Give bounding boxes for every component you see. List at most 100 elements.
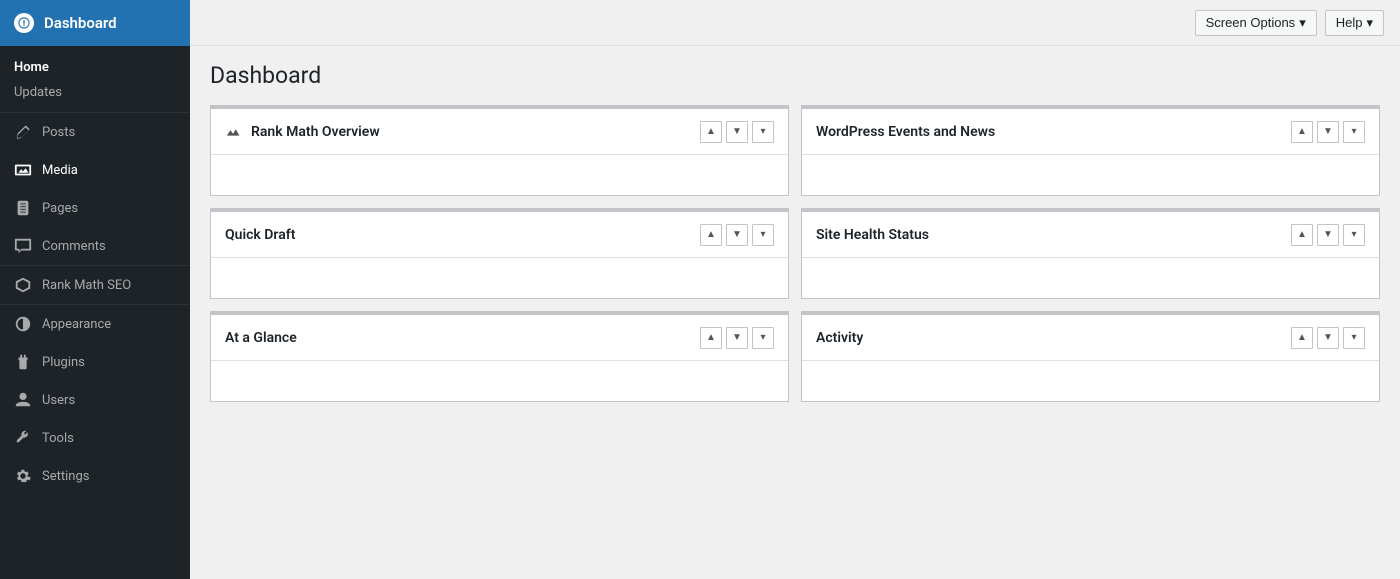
widget-wordpress-events-news-down-btn[interactable]: ▼ xyxy=(1317,121,1339,143)
sidebar-pages-label: Pages xyxy=(42,201,78,216)
sidebar-appearance-label: Appearance xyxy=(42,317,111,332)
rank-math-overview-icon xyxy=(225,123,243,141)
sidebar-item-tools[interactable]: Tools xyxy=(0,419,190,457)
sidebar-logo[interactable]: Dashboard xyxy=(0,0,190,46)
widget-wordpress-events-news: WordPress Events and News ▲ ▼ ▾ xyxy=(801,105,1380,196)
sidebar-plugins-label: Plugins xyxy=(42,355,85,370)
widget-activity-down-btn[interactable]: ▼ xyxy=(1317,327,1339,349)
page-title: Dashboard xyxy=(210,62,1380,89)
widget-site-health-status: Site Health Status ▲ ▼ ▾ xyxy=(801,208,1380,299)
sidebar-item-comments[interactable]: Comments xyxy=(0,227,190,265)
widget-wordpress-events-news-toggle-btn[interactable]: ▾ xyxy=(1343,121,1365,143)
widget-at-a-glance: At a Glance ▲ ▼ ▾ xyxy=(210,311,789,402)
widgets-grid: Rank Math Overview ▲ ▼ ▾ WordPress Event… xyxy=(210,105,1380,402)
sidebar-rank-math-label: Rank Math SEO xyxy=(42,278,131,293)
sidebar-item-plugins[interactable]: Plugins xyxy=(0,343,190,381)
widget-site-health-status-title: Site Health Status xyxy=(816,227,929,243)
widget-rank-math-overview-up-btn[interactable]: ▲ xyxy=(700,121,722,143)
sidebar-item-users[interactable]: Users xyxy=(0,381,190,419)
widget-at-a-glance-header: At a Glance ▲ ▼ ▾ xyxy=(211,315,788,361)
widget-quick-draft-header: Quick Draft ▲ ▼ ▾ xyxy=(211,212,788,258)
widget-rank-math-overview-toggle-btn[interactable]: ▾ xyxy=(752,121,774,143)
sidebar-logo-label: Dashboard xyxy=(44,14,117,32)
main-area: Screen Options ▾ Help ▾ Dashboard Rank M… xyxy=(190,0,1400,579)
widget-activity-header: Activity ▲ ▼ ▾ xyxy=(802,315,1379,361)
screen-options-chevron-icon: ▾ xyxy=(1299,15,1306,31)
widget-wordpress-events-news-title-area: WordPress Events and News xyxy=(816,124,995,140)
rank-math-icon xyxy=(14,276,32,294)
users-icon xyxy=(14,391,32,409)
widget-wordpress-events-news-body xyxy=(802,155,1379,195)
media-icon xyxy=(14,161,32,179)
widget-quick-draft-up-btn[interactable]: ▲ xyxy=(700,224,722,246)
widget-site-health-status-up-btn[interactable]: ▲ xyxy=(1291,224,1313,246)
widget-at-a-glance-controls: ▲ ▼ ▾ xyxy=(700,327,774,349)
topbar: Screen Options ▾ Help ▾ xyxy=(190,0,1400,46)
widget-activity-title: Activity xyxy=(816,330,863,346)
widget-at-a-glance-down-btn[interactable]: ▼ xyxy=(726,327,748,349)
widget-rank-math-overview-title: Rank Math Overview xyxy=(251,124,380,140)
widget-activity-title-area: Activity xyxy=(816,330,863,346)
screen-options-label: Screen Options xyxy=(1206,15,1296,30)
sidebar-item-rank-math-seo[interactable]: Rank Math SEO xyxy=(0,266,190,304)
appearance-icon xyxy=(14,315,32,333)
pages-icon xyxy=(14,199,32,217)
widget-rank-math-overview-title-area: Rank Math Overview xyxy=(225,123,380,141)
widget-activity-body xyxy=(802,361,1379,401)
help-button[interactable]: Help ▾ xyxy=(1325,10,1384,36)
edit-icon xyxy=(14,123,32,141)
comments-icon xyxy=(14,237,32,255)
sidebar-item-pages[interactable]: Pages xyxy=(0,189,190,227)
widget-quick-draft-controls: ▲ ▼ ▾ xyxy=(700,224,774,246)
widget-at-a-glance-title-area: At a Glance xyxy=(225,330,297,346)
widget-activity: Activity ▲ ▼ ▾ xyxy=(801,311,1380,402)
widget-site-health-status-body xyxy=(802,258,1379,298)
widget-wordpress-events-news-up-btn[interactable]: ▲ xyxy=(1291,121,1313,143)
widget-wordpress-events-news-controls: ▲ ▼ ▾ xyxy=(1291,121,1365,143)
sidebar-item-home[interactable]: Home xyxy=(0,54,190,81)
widget-activity-toggle-btn[interactable]: ▾ xyxy=(1343,327,1365,349)
help-chevron-icon: ▾ xyxy=(1366,15,1373,31)
widget-at-a-glance-up-btn[interactable]: ▲ xyxy=(700,327,722,349)
sidebar-item-updates[interactable]: Updates xyxy=(0,81,190,108)
settings-icon xyxy=(14,467,32,485)
sidebar-item-posts[interactable]: Posts xyxy=(0,113,190,151)
widget-activity-controls: ▲ ▼ ▾ xyxy=(1291,327,1365,349)
widget-quick-draft-title: Quick Draft xyxy=(225,227,295,243)
widget-rank-math-overview-header: Rank Math Overview ▲ ▼ ▾ xyxy=(211,109,788,155)
widget-at-a-glance-toggle-btn[interactable]: ▾ xyxy=(752,327,774,349)
widget-wordpress-events-news-title: WordPress Events and News xyxy=(816,124,995,140)
sidebar-home-section: Home Updates xyxy=(0,46,190,112)
widget-quick-draft-toggle-btn[interactable]: ▾ xyxy=(752,224,774,246)
sidebar-comments-label: Comments xyxy=(42,239,106,254)
widget-rank-math-overview-down-btn[interactable]: ▼ xyxy=(726,121,748,143)
sidebar-item-media[interactable]: Media xyxy=(0,151,190,189)
plugins-icon xyxy=(14,353,32,371)
widget-rank-math-overview-controls: ▲ ▼ ▾ xyxy=(700,121,774,143)
widget-quick-draft-body xyxy=(211,258,788,298)
widget-at-a-glance-title: At a Glance xyxy=(225,330,297,346)
widget-wordpress-events-news-header: WordPress Events and News ▲ ▼ ▾ xyxy=(802,109,1379,155)
widget-activity-up-btn[interactable]: ▲ xyxy=(1291,327,1313,349)
widget-site-health-status-controls: ▲ ▼ ▾ xyxy=(1291,224,1365,246)
widget-quick-draft-down-btn[interactable]: ▼ xyxy=(726,224,748,246)
sidebar-item-appearance[interactable]: Appearance xyxy=(0,305,190,343)
content-area: Dashboard Rank Math Overview ▲ ▼ ▾ xyxy=(190,46,1400,579)
widget-rank-math-overview: Rank Math Overview ▲ ▼ ▾ xyxy=(210,105,789,196)
sidebar-settings-label: Settings xyxy=(42,469,89,484)
tools-icon xyxy=(14,429,32,447)
dashboard-icon xyxy=(14,13,34,33)
sidebar-item-settings[interactable]: Settings xyxy=(0,457,190,495)
widget-at-a-glance-body xyxy=(211,361,788,401)
sidebar-media-label: Media xyxy=(42,163,78,178)
widget-site-health-status-header: Site Health Status ▲ ▼ ▾ xyxy=(802,212,1379,258)
sidebar-users-label: Users xyxy=(42,393,75,408)
widget-rank-math-overview-body xyxy=(211,155,788,195)
widget-site-health-status-title-area: Site Health Status xyxy=(816,227,929,243)
screen-options-button[interactable]: Screen Options ▾ xyxy=(1195,10,1317,36)
widget-site-health-status-toggle-btn[interactable]: ▾ xyxy=(1343,224,1365,246)
widget-site-health-status-down-btn[interactable]: ▼ xyxy=(1317,224,1339,246)
widget-quick-draft-title-area: Quick Draft xyxy=(225,227,295,243)
sidebar-tools-label: Tools xyxy=(42,431,74,446)
sidebar: Dashboard Home Updates Posts Media Pages xyxy=(0,0,190,579)
